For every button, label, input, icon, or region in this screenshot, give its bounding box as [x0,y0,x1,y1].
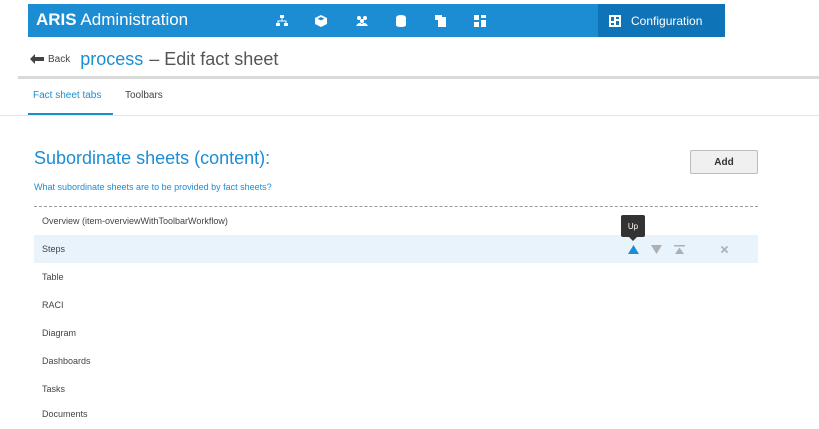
users-icon[interactable] [342,4,382,37]
brand-bold: ARIS [36,10,77,29]
configuration-label: Configuration [631,13,703,28]
header-divider [18,76,819,79]
move-to-top-icon[interactable] [672,235,686,263]
document-export-icon[interactable] [421,4,461,37]
remove-icon[interactable] [717,235,731,263]
list-item[interactable]: Diagram [34,319,758,347]
list-item-label: Dashboards [42,356,91,366]
tab-toolbars[interactable]: Toolbars [125,88,163,101]
page-title: – Edit fact sheet [149,48,279,69]
page-header: Back process – Edit fact sheet [30,44,278,74]
tabs-divider [0,115,819,116]
list-item-label: Diagram [42,328,77,338]
tab-fact-sheet-tabs[interactable]: Fact sheet tabs [33,88,101,101]
section-subtitle: What subordinate sheets are to be provid… [34,182,272,192]
app-brand[interactable]: ARIS Administration [36,10,188,30]
back-arrow-icon [30,54,44,64]
dashboard-grid-icon[interactable] [460,4,500,37]
section-title: Subordinate sheets (content): [34,148,271,168]
tab-configuration[interactable]: Configuration [598,4,725,37]
cube-icon[interactable] [301,4,341,37]
back-button[interactable]: Back [30,54,70,65]
list-item[interactable]: Dashboards [34,347,758,375]
list-item-label: Tasks [42,384,66,394]
brand-rest: Administration [80,10,189,29]
back-label: Back [48,53,71,65]
tooltip: Up [621,215,645,241]
top-nav: ARIS Administration Configuration [28,4,725,37]
list-item-label: Table [42,272,64,282]
list-item[interactable]: Documents [34,400,758,428]
add-button[interactable]: Add [690,150,758,174]
list-item-label: Documents [42,409,88,419]
list-item[interactable]: Overview (item-overviewWithToolbarWorkfl… [34,207,758,235]
structure-icon[interactable] [262,4,302,37]
top-bar: ARIS Administration Configuration [0,0,819,40]
configuration-icon [609,14,621,27]
page-title-object[interactable]: process [80,49,143,70]
list-item[interactable]: Tasks [34,375,758,403]
list-item-selected[interactable]: Steps [34,235,758,263]
list-item-label: Overview (item-overviewWithToolbarWorkfl… [42,216,228,226]
list-item[interactable]: Table [34,263,758,291]
row-actions [34,235,758,263]
move-down-icon[interactable] [649,235,663,263]
list-item[interactable]: RACI [34,291,758,319]
database-icon[interactable] [381,4,421,37]
list-item-label: RACI [42,300,64,310]
